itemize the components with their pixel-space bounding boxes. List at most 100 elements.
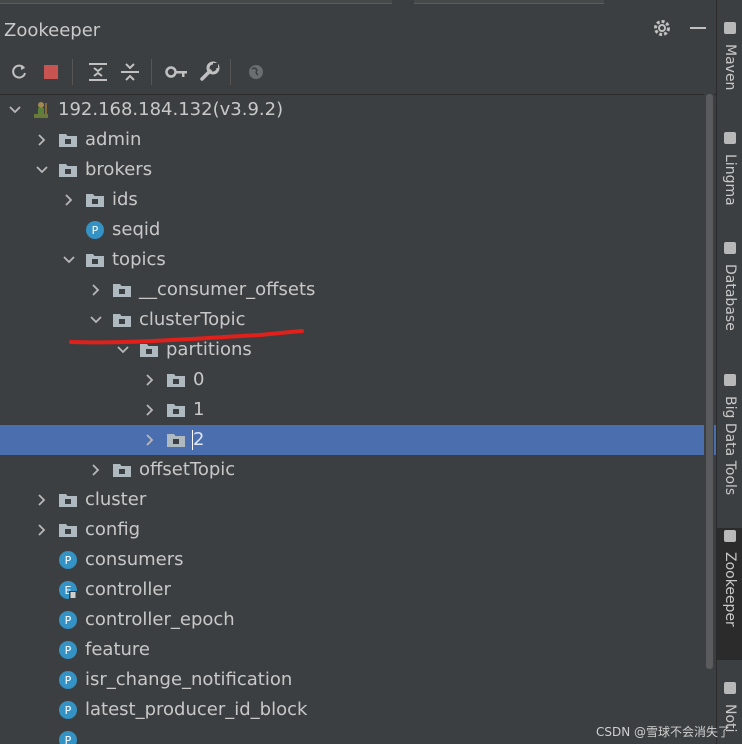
tree-node-label: consumers xyxy=(85,549,184,570)
tool-window-header: Zookeeper xyxy=(0,10,716,50)
svg-text:P: P xyxy=(65,554,72,567)
tree-node[interactable]: cluster xyxy=(0,485,716,515)
folder-icon xyxy=(166,400,186,420)
tool-tab[interactable]: Maven xyxy=(717,20,742,110)
tree-node-label: feature xyxy=(85,639,150,660)
folder-icon xyxy=(112,310,132,330)
chevron-right-icon[interactable] xyxy=(35,492,49,506)
tree-node[interactable]: 192.168.184.132(v3.9.2) xyxy=(0,95,716,125)
property-node-icon: P xyxy=(85,220,105,240)
big-data-tools-icon xyxy=(722,372,738,392)
tree-node-label: seqid xyxy=(112,219,161,240)
tree-node[interactable]: Pconsumers xyxy=(0,545,716,575)
tree-scrollbar[interactable] xyxy=(704,94,714,734)
tree-node[interactable]: Pisr_change_notification xyxy=(0,665,716,695)
tool-tab[interactable]: Big Data Tools xyxy=(717,372,742,517)
tree-node-label: topics xyxy=(112,249,166,270)
toolbar-separator xyxy=(72,59,73,85)
chevron-right-icon[interactable] xyxy=(143,372,157,386)
property-node-icon: P xyxy=(58,640,78,660)
folder-icon xyxy=(166,430,186,450)
property-node-icon: P xyxy=(58,610,78,630)
property-node-icon: P xyxy=(58,730,78,744)
folder-icon xyxy=(112,280,132,300)
tree-node[interactable]: admin xyxy=(0,125,716,155)
tree-node-label: admin xyxy=(85,129,142,150)
tree-node[interactable]: 2 xyxy=(0,425,716,455)
tool-tab-label: Zookeeper xyxy=(722,552,738,627)
right-tool-strip: Maven Lingma Database Big Data Tools Zookeep… xyxy=(716,0,742,744)
tree-node[interactable]: Platest_producer_id_block xyxy=(0,695,716,725)
top-editor-strip xyxy=(0,0,716,10)
expand-all-icon[interactable] xyxy=(85,59,111,85)
wrench-icon[interactable] xyxy=(196,59,222,85)
gear-icon[interactable] xyxy=(652,18,672,42)
lingma-icon xyxy=(722,130,738,150)
property-node-icon: P xyxy=(58,550,78,570)
folder-icon xyxy=(85,250,105,270)
tree-node-label: latest_producer_id_block xyxy=(85,699,308,720)
chevron-right-icon[interactable] xyxy=(62,192,76,206)
tree-node-label: controller xyxy=(85,579,171,600)
tree-node[interactable]: partitions xyxy=(0,335,716,365)
tool-tab-label: Lingma xyxy=(722,154,738,206)
tree-node-label: offsetTopic xyxy=(139,459,236,480)
chevron-down-icon[interactable] xyxy=(62,252,76,266)
tree-node-label: config xyxy=(85,519,141,540)
chevron-right-icon[interactable] xyxy=(35,522,49,536)
chevron-right-icon[interactable] xyxy=(35,132,49,146)
text-cursor xyxy=(192,430,193,450)
tree-node[interactable]: brokers xyxy=(0,155,716,185)
ephemeral-node-icon: E xyxy=(58,580,78,600)
svg-text:P: P xyxy=(65,614,72,627)
tree-node[interactable]: 0 xyxy=(0,365,716,395)
tree-node[interactable]: Econtroller xyxy=(0,575,716,605)
editor-tab-strip xyxy=(0,0,392,4)
tree-node-label: clusterTopic xyxy=(139,309,246,330)
refresh-icon[interactable] xyxy=(6,59,32,85)
folder-icon xyxy=(58,490,78,510)
chevron-down-icon[interactable] xyxy=(116,342,130,356)
minimize-icon[interactable] xyxy=(688,18,708,42)
zookeeper-tree: 192.168.184.132(v3.9.2) admin brokers ids Ps… xyxy=(0,95,716,744)
tool-tab-label: Maven xyxy=(722,44,738,91)
folder-icon xyxy=(58,130,78,150)
scrollbar-thumb[interactable] xyxy=(706,94,713,669)
tree-node[interactable]: 1 xyxy=(0,395,716,425)
maven-icon xyxy=(722,20,738,40)
tree-node[interactable]: offsetTopic xyxy=(0,455,716,485)
tree-node[interactable]: ids xyxy=(0,185,716,215)
tree-node-label: __consumer_offsets xyxy=(139,279,316,300)
tree-node-label: 0 xyxy=(193,369,205,390)
chevron-right-icon[interactable] xyxy=(89,462,103,476)
stop-icon[interactable] xyxy=(38,59,64,85)
tree-node-label: 1 xyxy=(193,399,205,420)
svg-text:P: P xyxy=(65,644,72,657)
chevron-down-icon[interactable] xyxy=(35,162,49,176)
tree-node[interactable]: clusterTopic xyxy=(0,305,716,335)
property-node-icon: P xyxy=(58,670,78,690)
chevron-down-icon[interactable] xyxy=(89,312,103,326)
chevron-right-icon[interactable] xyxy=(143,432,157,446)
toolbar-separator xyxy=(230,59,231,85)
tree-node[interactable]: __consumer_offsets xyxy=(0,275,716,305)
zookeeper-icon xyxy=(722,528,738,548)
zookeeper-server-icon xyxy=(31,100,51,120)
collapse-all-icon[interactable] xyxy=(117,59,143,85)
tool-tab[interactable]: Zookeeper xyxy=(717,528,742,660)
tree-node[interactable]: Pcontroller_epoch xyxy=(0,605,716,635)
watermark: CSDN @雪球不会消失了 xyxy=(595,725,730,739)
globe-icon[interactable] xyxy=(243,59,269,85)
folder-icon xyxy=(58,520,78,540)
tree-node[interactable]: config xyxy=(0,515,716,545)
tool-tab[interactable]: Database xyxy=(717,240,742,350)
folder-icon xyxy=(139,340,159,360)
tool-tab[interactable]: Lingma xyxy=(717,130,742,225)
chevron-right-icon[interactable] xyxy=(89,282,103,296)
tree-node[interactable]: topics xyxy=(0,245,716,275)
tree-node[interactable]: Pfeature xyxy=(0,635,716,665)
tree-node[interactable]: Pseqid xyxy=(0,215,716,245)
chevron-down-icon[interactable] xyxy=(8,102,22,116)
key-icon[interactable] xyxy=(164,59,190,85)
chevron-right-icon[interactable] xyxy=(143,402,157,416)
